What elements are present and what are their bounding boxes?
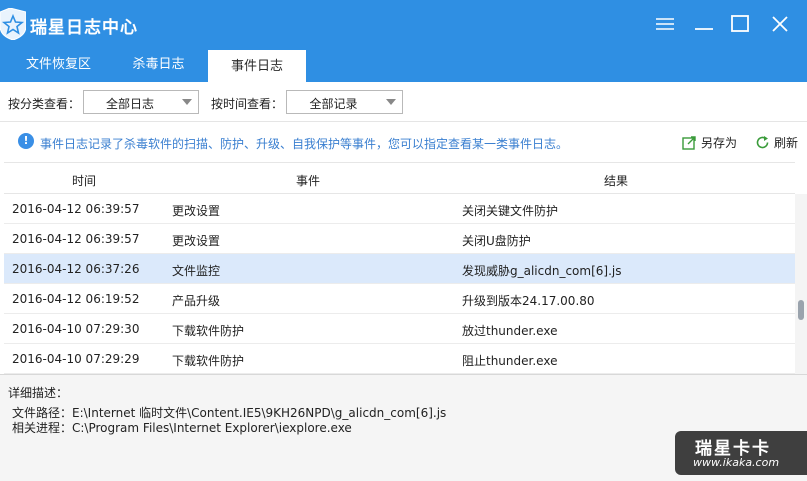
time-select-value: 全部记录	[309, 97, 358, 111]
tab-event-log[interactable]: 事件日志	[208, 48, 306, 82]
minimize-icon	[695, 28, 713, 30]
menu-button[interactable]	[651, 10, 679, 38]
save-as-label: 另存为	[701, 136, 738, 150]
row-result: 升级到版本24.17.00.80	[462, 294, 595, 308]
table-row[interactable]: 2016-04-12 06:39:57 更改设置 关闭U盘防护	[4, 224, 795, 254]
dropdown-arrow-icon	[182, 99, 192, 105]
column-header-result[interactable]: 结果	[604, 172, 628, 189]
filter-bar: 按分类查看： 全部日志 按时间查看： 全部记录	[0, 82, 807, 122]
event-log-table: 时间 事件 结果 2016-04-12 06:39:57 更改设置 关闭关键文件…	[4, 162, 795, 374]
maximize-button[interactable]	[726, 10, 754, 38]
row-time: 2016-04-10 07:29:29	[12, 352, 140, 366]
close-button[interactable]	[766, 10, 794, 38]
row-time: 2016-04-12 06:37:26	[12, 262, 140, 276]
refresh-icon	[756, 136, 769, 149]
table-header: 时间 事件 结果	[4, 162, 795, 194]
row-time: 2016-04-10 07:29:30	[12, 322, 140, 336]
tab-bar: 文件恢复区 杀毒日志 事件日志	[0, 48, 807, 82]
title-bar: 瑞星日志中心	[0, 0, 807, 48]
row-time: 2016-04-12 06:39:57	[12, 232, 140, 246]
row-result: 关闭U盘防护	[462, 234, 531, 248]
app-title: 瑞星日志中心	[30, 18, 138, 38]
rising-logo-icon	[0, 8, 26, 40]
time-select[interactable]: 全部记录	[286, 90, 403, 114]
minimize-button[interactable]	[690, 10, 718, 38]
row-event: 产品升级	[172, 294, 221, 308]
table-row[interactable]: 2016-04-10 07:29:30 下载软件防护 放过thunder.exe	[4, 314, 795, 344]
table-row[interactable]: 2016-04-12 06:19:52 产品升级 升级到版本24.17.00.8…	[4, 284, 795, 314]
menu-icon	[656, 18, 674, 30]
row-time: 2016-04-12 06:39:57	[12, 202, 140, 216]
export-icon	[682, 136, 696, 150]
column-header-event[interactable]: 事件	[296, 172, 320, 189]
close-icon	[772, 16, 788, 32]
info-icon: !	[18, 133, 34, 149]
column-header-time[interactable]: 时间	[72, 172, 96, 189]
save-as-button[interactable]: 另存为	[682, 134, 737, 151]
category-select-value: 全部日志	[105, 97, 154, 111]
table-scrollbar[interactable]	[795, 194, 807, 374]
row-result: 阻止thunder.exe	[462, 354, 558, 368]
row-event: 下载软件防护	[172, 354, 245, 368]
category-select[interactable]: 全部日志	[83, 90, 199, 114]
row-result: 关闭关键文件防护	[462, 204, 559, 218]
row-result: 发现威胁g_alicdn_com[6].js	[462, 264, 622, 278]
detail-related-process: 相关进程：C:\Program Files\Internet Explorer\…	[12, 421, 352, 435]
refresh-label: 刷新	[774, 136, 799, 150]
scrollbar-thumb[interactable]	[798, 300, 804, 320]
table-row-selected[interactable]: 2016-04-12 06:37:26 文件监控 发现威胁g_alicdn_co…	[4, 254, 795, 284]
watermark-url: www.ikaka.com	[693, 456, 780, 469]
row-event: 下载软件防护	[172, 324, 245, 338]
detail-title: 详细描述：	[8, 386, 69, 400]
ikaka-watermark: 瑞星卡卡 www.ikaka.com	[675, 431, 807, 475]
maximize-icon	[731, 15, 749, 32]
refresh-button[interactable]: 刷新	[755, 134, 798, 151]
row-time: 2016-04-12 06:19:52	[12, 292, 140, 306]
table-row[interactable]: 2016-04-12 06:39:57 更改设置 关闭关键文件防护	[4, 194, 795, 224]
row-event: 更改设置	[172, 204, 221, 218]
category-filter-label: 按分类查看：	[8, 97, 81, 111]
dropdown-arrow-icon	[386, 99, 396, 105]
row-result: 放过thunder.exe	[462, 324, 558, 338]
row-event: 文件监控	[172, 264, 221, 278]
tab-file-recovery[interactable]: 文件恢复区	[6, 48, 111, 82]
time-filter-label: 按时间查看：	[211, 97, 284, 111]
tab-scan-log[interactable]: 杀毒日志	[106, 48, 211, 82]
row-event: 更改设置	[172, 234, 221, 248]
info-text: 事件日志记录了杀毒软件的扫描、防护、升级、自我保护等事件，您可以指定查看某一类事…	[40, 137, 569, 151]
info-bar: ! 事件日志记录了杀毒软件的扫描、防护、升级、自我保护等事件，您可以指定查看某一…	[0, 122, 807, 162]
table-row[interactable]: 2016-04-10 07:29:29 下载软件防护 阻止thunder.exe	[4, 344, 795, 374]
